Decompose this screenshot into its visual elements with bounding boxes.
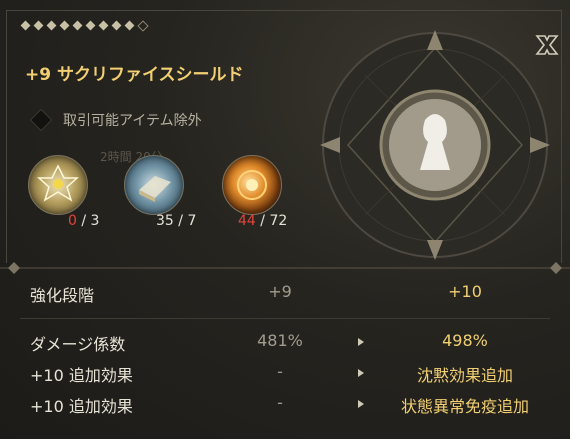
untradable-flag: 取引可能アイテム除外: [29, 108, 202, 132]
gem-empty: [137, 20, 149, 32]
stat-separator: [20, 318, 550, 319]
fire-orb-glyph: [237, 170, 267, 200]
stat-label: 強化段階: [30, 286, 95, 305]
enhancement-panel: +9 サクリファイスシールド 取引可能アイテム除外 2時間 20分 0 / 3 …: [0, 0, 570, 439]
stat-row: 強化段階 +9 +10: [0, 282, 570, 310]
blue-cloth-material-icon: [124, 155, 184, 215]
material-need: 72: [269, 213, 288, 229]
material-have: 0: [68, 213, 77, 229]
gem-filled: [72, 20, 83, 31]
arrow-right-icon: [358, 369, 364, 377]
gem-filled: [124, 20, 135, 31]
item-emblem: [320, 30, 550, 260]
material-need: 3: [90, 213, 100, 229]
gem-filled: [46, 20, 57, 31]
section-divider: [0, 262, 570, 274]
fire-orb-material-icon: [222, 155, 282, 215]
arrow-right-icon: [358, 400, 364, 408]
material-have: 35: [156, 213, 174, 229]
stat-label: ダメージ係数: [30, 335, 126, 354]
stat-next: +10: [448, 282, 482, 301]
gem-filled: [20, 20, 31, 31]
material-need: 7: [187, 213, 197, 229]
stat-row: +10 追加効果 - 状態異常免疫追加: [0, 393, 570, 421]
material-slot[interactable]: 0 / 3: [28, 155, 99, 229]
stat-current: -: [277, 362, 283, 381]
material-slot[interactable]: 35 / 7: [124, 155, 196, 229]
stat-label: +10 追加効果: [30, 397, 133, 416]
stat-row: +10 追加効果 - 沈黙効果追加: [0, 362, 570, 390]
material-slot[interactable]: 44 / 72: [222, 155, 287, 229]
stat-current: -: [277, 393, 283, 412]
material-count: 44 / 72: [238, 213, 288, 229]
star-crest-glyph: [37, 164, 79, 202]
gem-filled: [85, 20, 96, 31]
item-name: +9 サクリファイスシールド: [25, 65, 244, 85]
gem-filled: [33, 20, 44, 31]
stat-current: +9: [268, 282, 292, 301]
stat-current: 481%: [257, 331, 303, 350]
stat-label: +10 追加効果: [30, 366, 133, 385]
stat-next: 状態異常免疫追加: [400, 397, 529, 416]
gem-filled: [98, 20, 109, 31]
gem-filled: [111, 20, 122, 31]
untradable-diamond-icon: [29, 108, 53, 132]
stat-next: 498%: [442, 331, 488, 350]
blue-cloth-glyph: [139, 176, 171, 202]
star-crest-material-icon: [28, 155, 88, 215]
material-have: 44: [238, 213, 256, 229]
arrow-right-icon: [358, 338, 364, 346]
stat-next: 沈黙効果追加: [416, 366, 513, 385]
untradable-label: 取引可能アイテム除外: [63, 113, 202, 129]
material-count: 35 / 7: [156, 213, 197, 229]
material-count: 0 / 3: [68, 213, 100, 229]
stat-row: ダメージ係数 481% 498%: [0, 331, 570, 359]
enhance-level-gems: [20, 20, 149, 32]
gem-filled: [59, 20, 70, 31]
